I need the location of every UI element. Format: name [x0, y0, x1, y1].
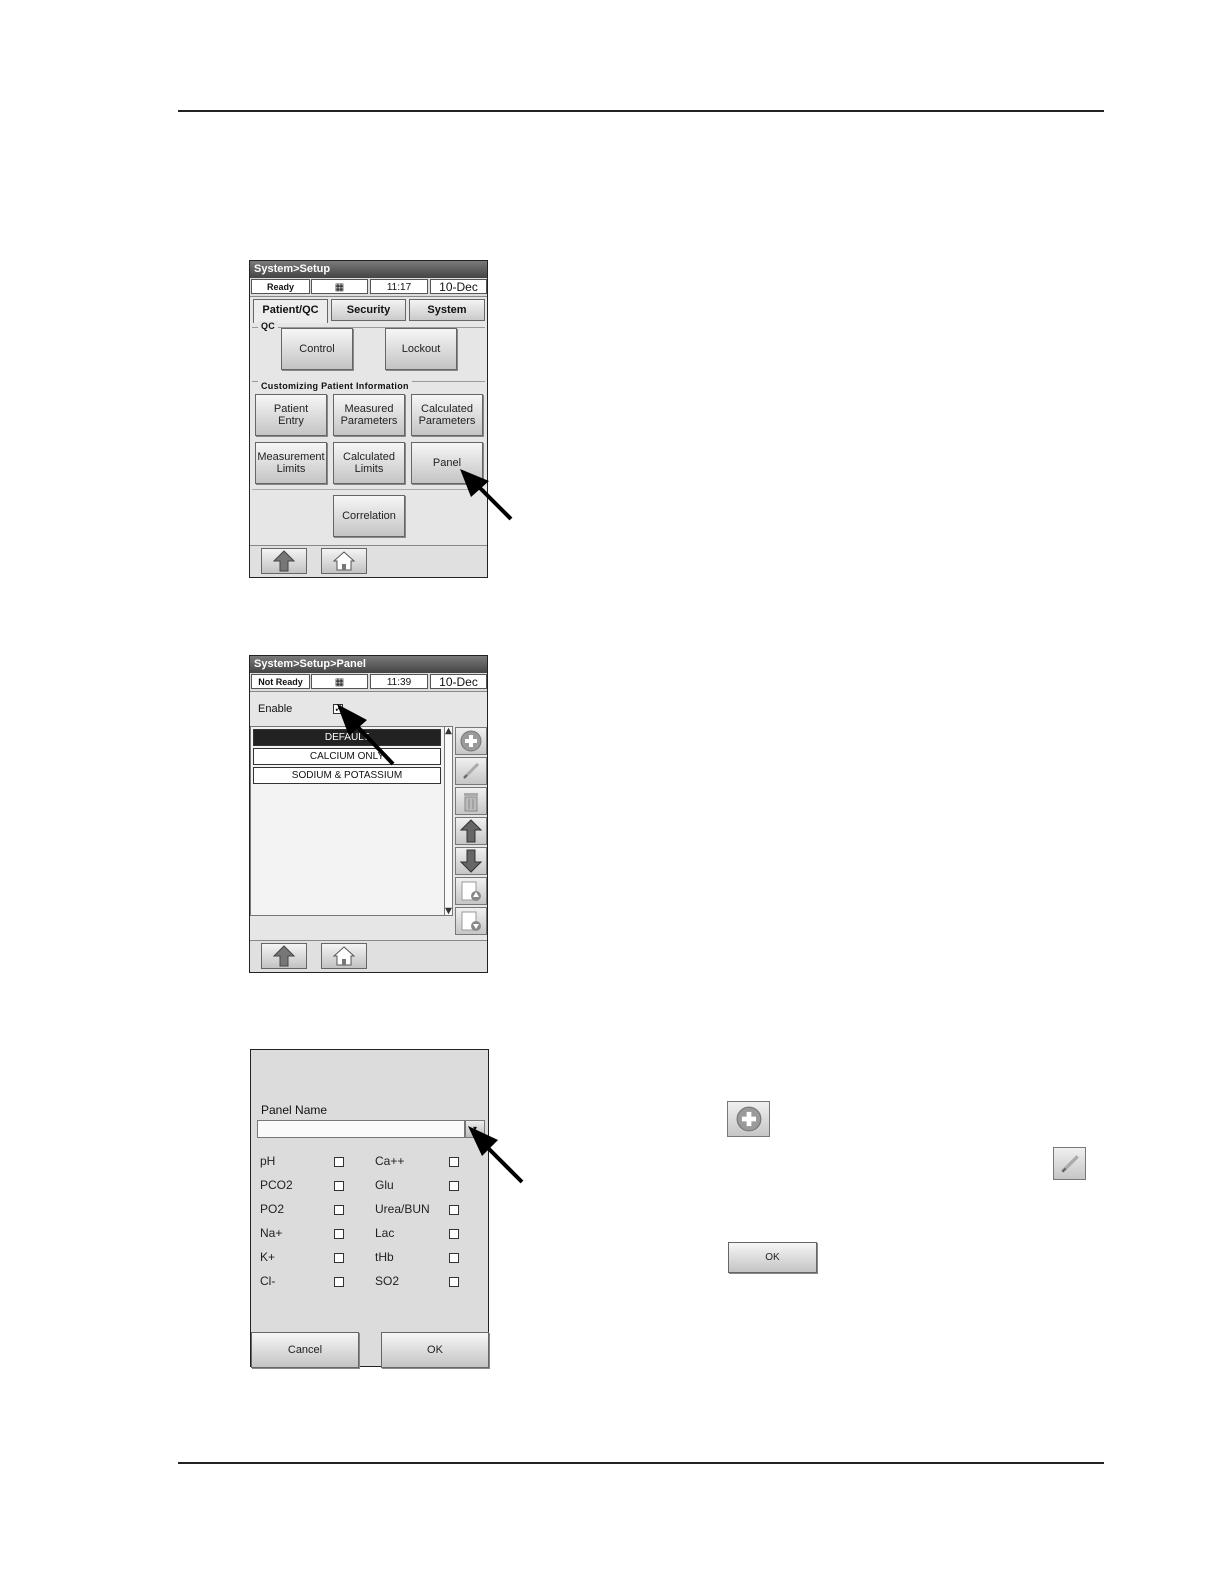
scroll-up-icon[interactable]	[445, 727, 452, 735]
patient-entry-button[interactable]: Patient Entry	[255, 394, 327, 436]
page-down-button[interactable]	[455, 907, 487, 935]
status-state: Not Ready	[251, 674, 310, 689]
parameter-label: Glu	[375, 1178, 394, 1192]
cancel-button[interactable]: Cancel	[251, 1332, 359, 1368]
arrow-down-icon	[460, 849, 482, 873]
parameter-checkbox[interactable]	[334, 1253, 344, 1263]
screen-footer	[250, 940, 487, 972]
arrow-up-icon	[273, 550, 295, 572]
arrow-up-icon	[273, 945, 295, 967]
home-icon	[332, 551, 356, 571]
back-up-button[interactable]	[261, 548, 307, 574]
scroll-down-icon[interactable]	[445, 907, 452, 915]
screen-title: System>Setup	[250, 261, 487, 278]
delete-panel-button[interactable]	[455, 787, 487, 815]
arrow-up-icon	[460, 819, 482, 843]
parameter-label: Cl-	[260, 1274, 276, 1288]
status-time: 11:17	[370, 279, 428, 294]
parameter-checkbox[interactable]	[449, 1157, 459, 1167]
correlation-separator	[252, 489, 485, 490]
screen-title: System>Setup>Panel	[250, 656, 487, 673]
pencil-icon	[462, 762, 480, 780]
trash-icon	[464, 793, 478, 812]
parameter-checkbox[interactable]	[334, 1157, 344, 1167]
printer-icon[interactable]: ▦	[311, 279, 368, 294]
calculated-limits-button[interactable]: Calculated Limits	[333, 442, 405, 484]
setup-screen: System>Setup Ready ▦ 11:17 10-Dec Patien…	[249, 260, 488, 578]
parameter-label: PCO2	[260, 1178, 293, 1192]
pointer-arrow-enable	[337, 704, 395, 766]
list-scrollbar[interactable]	[444, 726, 453, 916]
measured-parameters-button[interactable]: Measured Parameters	[333, 394, 405, 436]
parameter-checkbox[interactable]	[334, 1181, 344, 1191]
parameter-label: Na+	[260, 1226, 283, 1240]
printer-icon[interactable]: ▦	[311, 674, 368, 689]
home-button[interactable]	[321, 943, 367, 969]
screen-footer	[250, 545, 487, 577]
inline-add-button	[727, 1101, 770, 1137]
list-item[interactable]: SODIUM & POTASSIUM	[253, 767, 441, 784]
custom-group-label: Customizing Patient Information	[258, 381, 412, 391]
panel-name-label: Panel Name	[261, 1103, 328, 1117]
control-button[interactable]: Control	[281, 328, 353, 370]
home-icon	[332, 946, 356, 966]
parameter-checkbox[interactable]	[334, 1205, 344, 1215]
status-bar: Not Ready ▦ 11:39 10-Dec	[250, 673, 487, 692]
plus-icon	[736, 1106, 761, 1132]
parameter-checkbox[interactable]	[449, 1277, 459, 1287]
ok-button[interactable]: OK	[381, 1332, 489, 1368]
parameter-label: K+	[260, 1250, 276, 1264]
back-up-button[interactable]	[261, 943, 307, 969]
tab-security[interactable]: Security	[331, 299, 406, 321]
status-date: 10-Dec	[430, 279, 487, 294]
parameter-checkbox[interactable]	[449, 1181, 459, 1191]
inline-edit-button	[1053, 1147, 1086, 1180]
edit-panel-button[interactable]	[455, 757, 487, 785]
page-up-icon	[461, 881, 481, 901]
enable-label: Enable	[258, 703, 293, 715]
page-down-icon	[461, 911, 481, 931]
calculated-parameters-button[interactable]: Calculated Parameters	[411, 394, 483, 436]
add-panel-button[interactable]	[455, 727, 487, 755]
inline-ok-button: OK	[728, 1242, 817, 1273]
parameter-label: tHb	[375, 1250, 394, 1264]
parameter-checkbox[interactable]	[449, 1205, 459, 1215]
move-down-button[interactable]	[455, 847, 487, 875]
status-state: Ready	[251, 279, 310, 294]
plus-icon	[460, 730, 482, 752]
parameter-checkbox[interactable]	[334, 1277, 344, 1287]
lockout-button[interactable]: Lockout	[385, 328, 457, 370]
pointer-arrow-panel	[460, 469, 513, 521]
home-button[interactable]	[321, 548, 367, 574]
pointer-arrow-dropdown	[468, 1126, 524, 1184]
status-bar: Ready ▦ 11:17 10-Dec	[250, 278, 487, 297]
tab-patient-qc[interactable]: Patient/QC	[253, 299, 328, 323]
qc-group-label: QC	[258, 321, 279, 331]
top-rule	[178, 110, 1104, 112]
parameter-label: PO2	[260, 1202, 285, 1216]
panel-edit-dialog: Panel Name ▾ pH PCO2 PO2 Na+ K+ Cl- Ca++ Glu Ure…	[250, 1049, 489, 1368]
panel-name-input[interactable]	[257, 1120, 465, 1138]
parameter-label: Ca++	[375, 1154, 405, 1168]
correlation-button[interactable]: Correlation	[333, 495, 405, 537]
page-up-button[interactable]	[455, 877, 487, 905]
bottom-rule	[178, 1462, 1104, 1464]
parameter-checkbox[interactable]	[334, 1229, 344, 1239]
parameter-checkbox[interactable]	[449, 1229, 459, 1239]
status-time: 11:39	[370, 674, 428, 689]
parameter-checkbox[interactable]	[449, 1253, 459, 1263]
tab-system[interactable]: System	[409, 299, 485, 321]
parameter-label: Urea/BUN	[375, 1202, 430, 1216]
parameter-label: pH	[260, 1154, 276, 1168]
measurement-limits-button[interactable]: Measurement Limits	[255, 442, 327, 484]
pencil-icon	[1060, 1154, 1079, 1173]
parameter-label: SO2	[375, 1274, 400, 1288]
parameter-label: Lac	[375, 1226, 395, 1240]
move-up-button[interactable]	[455, 817, 487, 845]
status-date: 10-Dec	[430, 674, 487, 689]
